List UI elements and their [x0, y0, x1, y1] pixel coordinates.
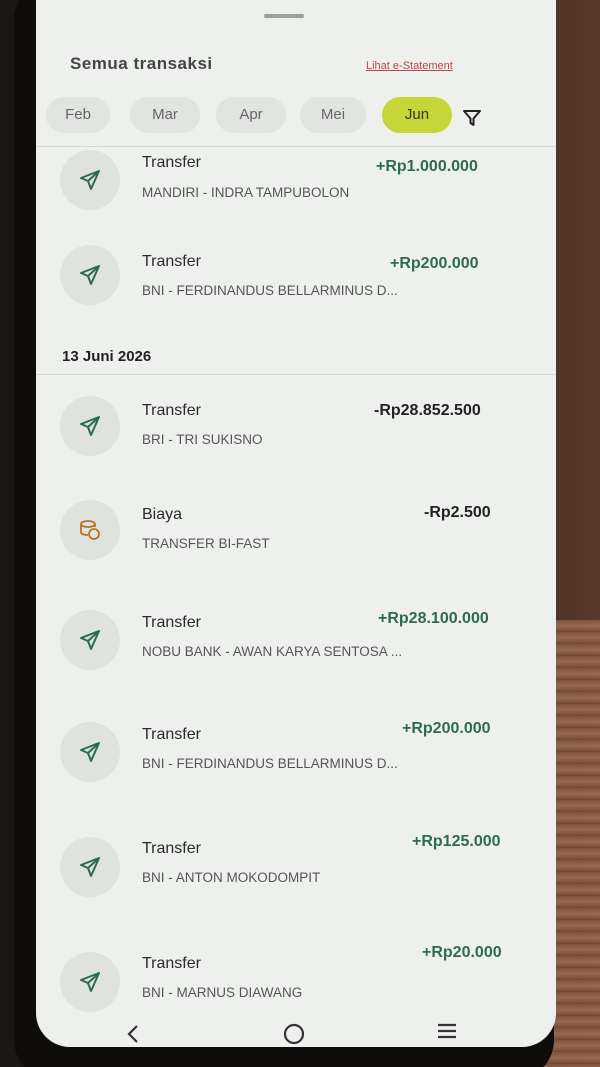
transaction-amount: +Rp1.000.000 [376, 158, 478, 175]
send-icon [80, 972, 100, 992]
app-screen: Semua transaksi Lihat e-Statement Feb Ma… [36, 0, 556, 1047]
android-nav-bar [36, 1016, 556, 1047]
transaction-desc: BNI - ANTON MOKODOMPIT [142, 870, 321, 885]
transaction-desc: BRI - TRI SUKISNO [142, 432, 263, 447]
header-divider [36, 146, 556, 147]
recent-apps-nav-icon[interactable] [436, 1020, 458, 1042]
date-group-header: 13 Juni 2026 [62, 348, 152, 365]
date-divider [36, 374, 556, 375]
transaction-desc: NOBU BANK - AWAN KARYA SENTOSA ... [142, 644, 403, 659]
transaction-desc: BNI - FERDINANDUS BELLARMINUS D... [142, 756, 398, 771]
month-chip-mei[interactable]: Mei [300, 97, 366, 133]
transaction-type: Transfer [142, 253, 201, 270]
transaction-icon-wrap [60, 722, 120, 782]
transaction-icon-wrap [60, 500, 120, 560]
transaction-desc: MANDIRI - INDRA TAMPUBOLON [142, 185, 350, 200]
transaction-amount: +Rp28.100.000 [378, 610, 489, 627]
e-statement-link[interactable]: Lihat e-Statement [366, 60, 453, 72]
transaction-row[interactable]: Transfer BNI - FERDINANDUS BELLARMINUS D… [36, 720, 536, 820]
transaction-amount: +Rp125.000 [412, 833, 501, 850]
transaction-amount: +Rp200.000 [390, 255, 479, 272]
back-nav-icon[interactable] [126, 1024, 140, 1044]
transaction-type: Transfer [142, 840, 201, 857]
home-nav-icon[interactable] [282, 1022, 306, 1046]
transaction-icon-wrap [60, 837, 120, 897]
page-title: Semua transaksi [70, 54, 213, 73]
transaction-type: Transfer [142, 955, 201, 972]
transaction-type: Transfer [142, 614, 201, 631]
phone-frame: Semua transaksi Lihat e-Statement Feb Ma… [14, 0, 556, 1067]
month-chip-mar[interactable]: Mar [130, 97, 200, 133]
month-chip-apr[interactable]: Apr [216, 97, 286, 133]
transaction-amount: +Rp20.000 [422, 944, 502, 961]
transaction-desc: BNI - MARNUS DIAWANG [142, 985, 303, 1000]
transaction-amount: -Rp28.852.500 [374, 402, 481, 419]
transaction-row[interactable]: Transfer NOBU BANK - AWAN KARYA SENTOSA … [36, 608, 536, 708]
transaction-desc: BNI - FERDINANDUS BELLARMINUS D... [142, 283, 398, 298]
sheet-drag-handle[interactable] [264, 14, 304, 18]
transaction-type: Transfer [142, 726, 201, 743]
month-chip-feb[interactable]: Feb [46, 97, 110, 133]
transaction-type: Transfer [142, 402, 201, 419]
send-icon [80, 857, 100, 877]
transaction-icon-wrap [60, 952, 120, 1012]
fee-coins-icon [80, 520, 100, 540]
send-icon [80, 416, 100, 436]
transaction-desc: TRANSFER BI-FAST [142, 536, 270, 551]
transaction-row[interactable]: Transfer MANDIRI - INDRA TAMPUBOLON +Rp1… [36, 148, 536, 248]
send-icon [80, 265, 100, 285]
transaction-amount: -Rp2.500 [424, 504, 491, 521]
transaction-row[interactable]: Transfer BNI - ANTON MOKODOMPIT +Rp125.0… [36, 833, 536, 935]
send-icon [80, 630, 100, 650]
transaction-row[interactable]: Transfer BNI - FERDINANDUS BELLARMINUS D… [36, 245, 536, 345]
send-icon [80, 742, 100, 762]
month-chip-jun[interactable]: Jun [382, 97, 452, 133]
transaction-amount: +Rp200.000 [402, 720, 491, 737]
send-icon [80, 170, 100, 190]
transaction-icon-wrap [60, 150, 120, 210]
transaction-icon-wrap [60, 245, 120, 305]
photo-scene: Semua transaksi Lihat e-Statement Feb Ma… [0, 0, 600, 1067]
transaction-icon-wrap [60, 610, 120, 670]
transaction-row[interactable]: Transfer BRI - TRI SUKISNO -Rp28.852.500 [36, 394, 536, 494]
filter-icon[interactable] [462, 108, 482, 128]
transaction-row[interactable]: Biaya TRANSFER BI-FAST -Rp2.500 [36, 500, 536, 600]
transaction-icon-wrap [60, 396, 120, 456]
transaction-type: Transfer [142, 154, 201, 171]
transaction-type: Biaya [142, 506, 183, 523]
